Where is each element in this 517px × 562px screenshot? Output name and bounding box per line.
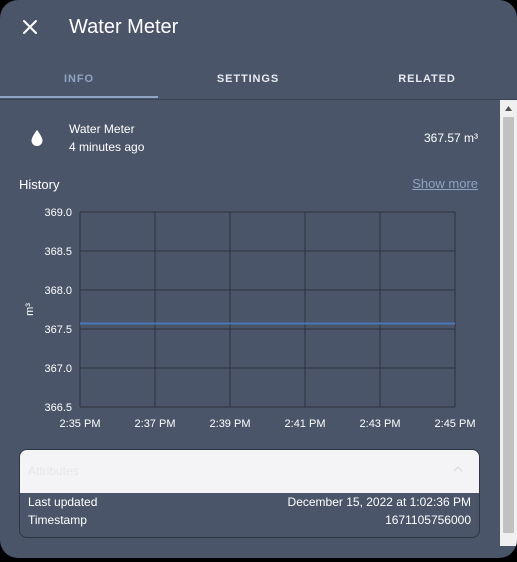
y-tick-label: 367.5 [44, 324, 72, 336]
chevron-up-icon [453, 466, 463, 472]
show-more-link[interactable]: Show more [412, 176, 478, 191]
attributes-panel: Attributes Last updated December 15, 202… [19, 449, 480, 538]
x-tick-label: 2:41 PM [285, 418, 326, 430]
attributes-header-label: Attributes [28, 464, 79, 478]
x-tick-label: 2:37 PM [135, 418, 176, 430]
more-info-dialog: Water Meter INFO SETTINGS RELATED Water … [0, 0, 517, 558]
x-tick-label: 2:43 PM [360, 418, 401, 430]
entity-row: Water Meter 4 minutes ago 367.57 m³ [0, 118, 500, 160]
y-tick-label: 368.5 [44, 246, 72, 258]
y-tick-label: 366.5 [44, 402, 72, 414]
y-tick-label: 369.0 [44, 207, 72, 219]
entity-last-changed: 4 minutes ago [69, 140, 145, 154]
tabs-divider [0, 99, 517, 100]
entity-state: 367.57 m³ [423, 131, 478, 145]
tab-settings[interactable]: SETTINGS [169, 60, 327, 98]
attribute-value: December 15, 2022 at 1:02:36 PM [287, 495, 471, 509]
scrollbar[interactable] [500, 100, 517, 546]
dialog-title: Water Meter [69, 16, 179, 38]
attribute-row: Last updated December 15, 2022 at 1:02:3… [28, 495, 471, 513]
x-tick-label: 2:45 PM [435, 418, 476, 430]
close-icon [23, 20, 37, 34]
history-chart: 369.0 368.5 368.0 367.5 367.0 366.5 2:35 PM 2:3… [24, 207, 476, 430]
scroll-up-arrow-icon [505, 106, 512, 111]
y-axis-label: m³ [24, 303, 36, 316]
attribute-value: 1671105756000 [385, 513, 471, 527]
close-button[interactable] [14, 11, 46, 43]
tab-info[interactable]: INFO [0, 60, 158, 98]
attribute-key: Last updated [28, 495, 98, 509]
attributes-expander[interactable]: Attributes [20, 450, 479, 493]
history-label: History [19, 177, 60, 192]
tab-bar: INFO SETTINGS RELATED [0, 60, 517, 98]
tab-related[interactable]: RELATED [348, 60, 506, 98]
attribute-row: Timestamp 1671105756000 [28, 513, 471, 531]
x-tick-label: 2:39 PM [210, 418, 251, 430]
active-tab-indicator [0, 96, 158, 98]
scrollbar-thumb[interactable] [503, 117, 514, 533]
water-drop-icon [31, 130, 43, 146]
attribute-key: Timestamp [28, 513, 87, 527]
x-tick-label: 2:35 PM [60, 418, 101, 430]
y-tick-label: 368.0 [44, 285, 72, 297]
y-tick-label: 367.0 [44, 363, 72, 375]
scroll-up-button[interactable] [500, 100, 517, 117]
entity-name: Water Meter [69, 122, 135, 136]
